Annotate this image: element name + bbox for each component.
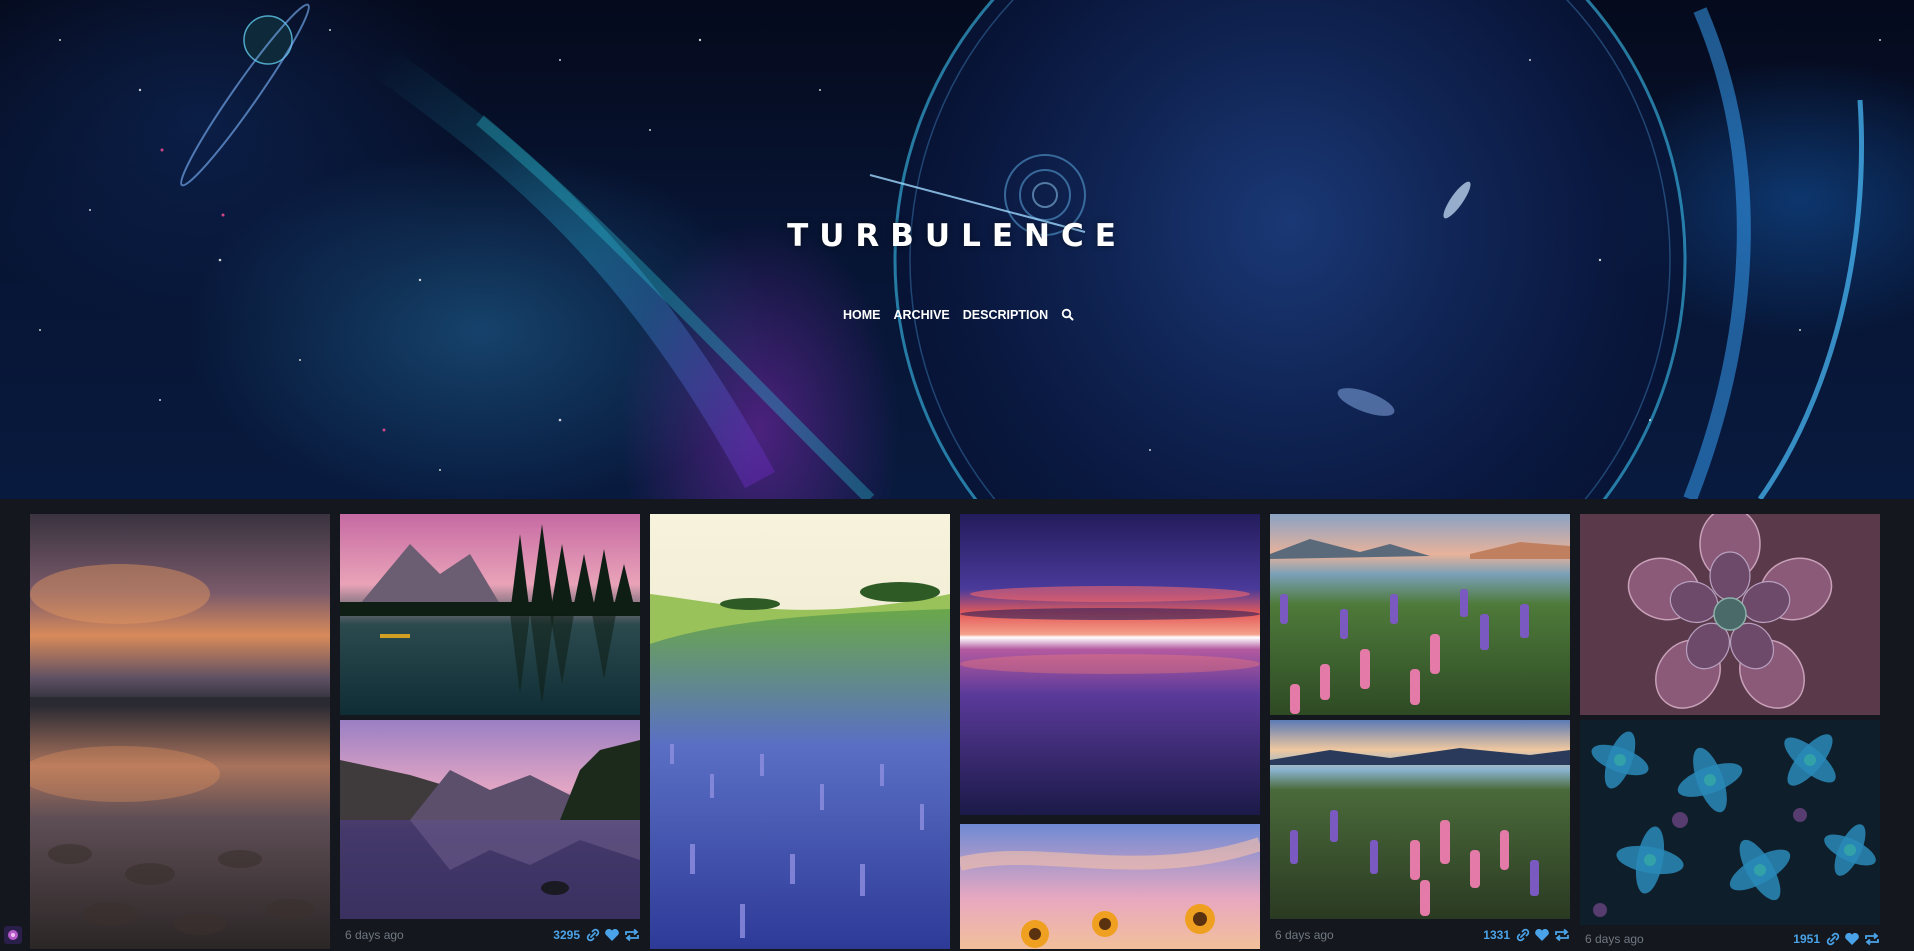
header-banner: TURBULENCE HOME ARCHIVE DESCRIPTION: [0, 0, 1914, 499]
nav-description-link[interactable]: DESCRIPTION: [963, 308, 1048, 322]
reblog-icon[interactable]: [1864, 932, 1880, 946]
post-image-5[interactable]: [960, 514, 1260, 815]
link-icon[interactable]: [586, 928, 600, 942]
stormy-sunset-photo: [30, 514, 330, 949]
link-icon[interactable]: [1516, 928, 1530, 942]
heart-icon[interactable]: [604, 928, 620, 942]
avatar-icon[interactable]: [2, 924, 24, 946]
heart-icon[interactable]: [1844, 932, 1860, 946]
link-icon[interactable]: [1826, 932, 1840, 946]
blue-succulents-photo: [1580, 720, 1880, 925]
post-image-4[interactable]: [650, 514, 950, 949]
post-image-6[interactable]: [960, 824, 1260, 949]
post-image-7[interactable]: [1270, 514, 1570, 715]
notes-count[interactable]: 1331: [1483, 928, 1510, 942]
lupine-lake-photo: [1270, 720, 1570, 919]
mountain-lake-photo: [340, 514, 640, 715]
post-image-9[interactable]: [1580, 514, 1880, 715]
nav-home-link[interactable]: HOME: [843, 308, 881, 322]
post-meta-8: 6 days ago 1331: [1275, 924, 1570, 946]
post-date[interactable]: 6 days ago: [345, 928, 404, 942]
post-meta-10: 6 days ago 1951: [1585, 929, 1880, 949]
post-image-1[interactable]: [30, 514, 330, 949]
post-date[interactable]: 6 days ago: [1585, 932, 1644, 946]
post-image-10[interactable]: [1580, 720, 1880, 925]
search-icon[interactable]: [1061, 308, 1075, 322]
main-nav: HOME ARCHIVE DESCRIPTION: [843, 308, 1075, 322]
post-image-8[interactable]: [1270, 720, 1570, 919]
succulent-photo: [1580, 514, 1880, 715]
post-image-2[interactable]: [340, 514, 640, 715]
sunflowers-photo: [960, 824, 1260, 949]
post-image-3[interactable]: [340, 720, 640, 919]
notes-count[interactable]: 3295: [553, 928, 580, 942]
reblog-icon[interactable]: [624, 928, 640, 942]
post-date[interactable]: 6 days ago: [1275, 928, 1334, 942]
site-title[interactable]: TURBULENCE: [0, 218, 1914, 254]
pink-lupines-photo: [1270, 514, 1570, 715]
post-meta-3: 6 days ago 3295: [345, 924, 640, 946]
sea-sunset-photo: [960, 514, 1260, 815]
dusk-lake-photo: [340, 720, 640, 919]
notes-count[interactable]: 1951: [1793, 932, 1820, 946]
heart-icon[interactable]: [1534, 928, 1550, 942]
nav-archive-link[interactable]: ARCHIVE: [894, 308, 950, 322]
reblog-icon[interactable]: [1554, 928, 1570, 942]
lupine-meadow-photo: [650, 514, 950, 949]
